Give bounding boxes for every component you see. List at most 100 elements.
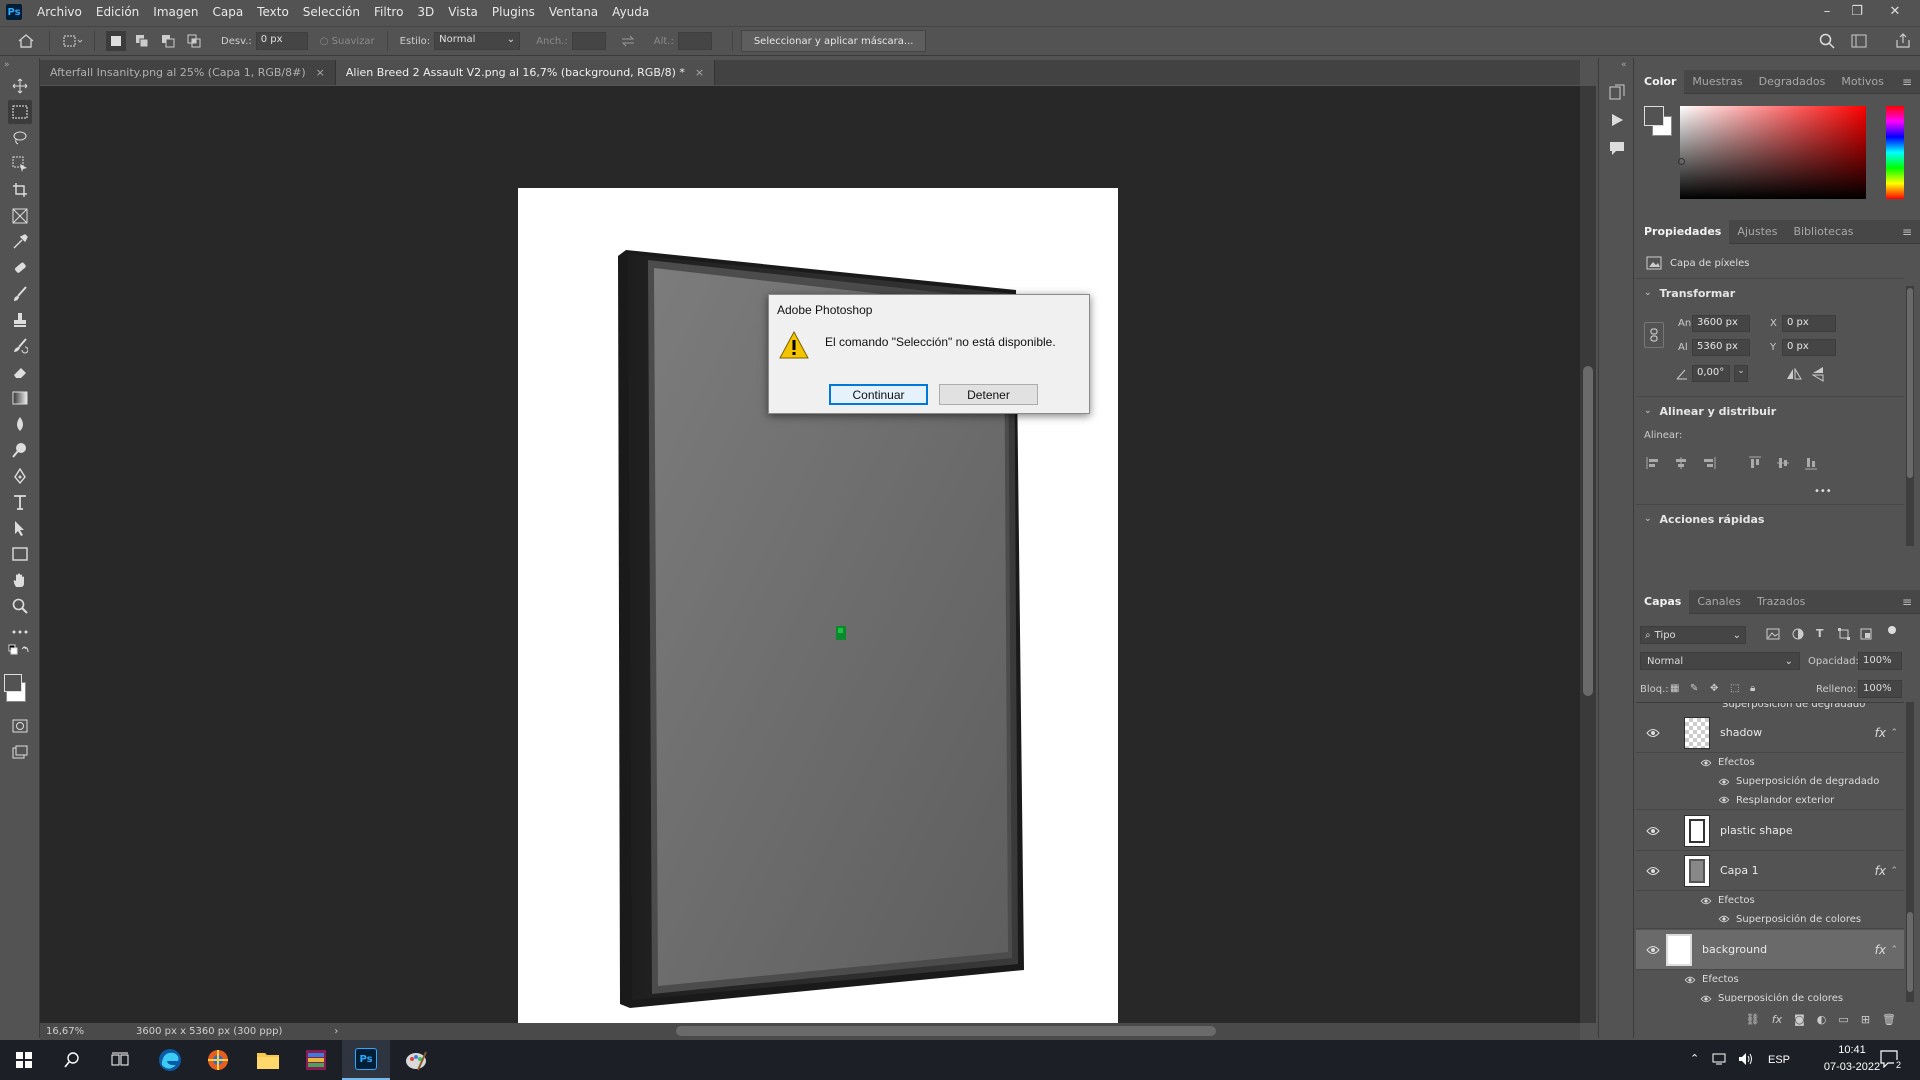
game-app-icon[interactable] — [194, 1040, 242, 1080]
stop-button[interactable]: Detener — [939, 384, 1038, 405]
layer-name[interactable]: plastic shape — [1720, 824, 1793, 837]
layer-list[interactable]: Superposición de degradado shadow fx ⌃ E… — [1636, 702, 1904, 1002]
eraser-tool-icon[interactable] — [8, 360, 32, 384]
visibility-eye-icon[interactable] — [1700, 897, 1712, 905]
tab-afterfall[interactable]: Afterfall Insanity.png al 25% (Capa 1, R… — [40, 60, 336, 85]
visibility-eye-icon[interactable] — [1718, 796, 1730, 804]
intersect-selection-icon[interactable] — [184, 31, 204, 51]
foreground-swatch[interactable] — [1644, 106, 1664, 126]
clock-time[interactable]: 10:41 — [1822, 1044, 1882, 1056]
layer-filter-select[interactable]: ⌕ Tipo ⌄ — [1640, 626, 1746, 644]
tab-color[interactable]: Color — [1636, 69, 1685, 94]
more-options-icon[interactable]: ••• — [1814, 486, 1832, 497]
task-view-icon[interactable] — [96, 1040, 144, 1080]
rectangular-marquee-tool-icon[interactable] — [8, 100, 32, 124]
layer-row-capa-1[interactable]: Capa 1 fx ⌃ — [1636, 851, 1904, 891]
search-icon[interactable] — [1817, 31, 1837, 51]
hand-tool-icon[interactable] — [8, 568, 32, 592]
history-panel-icon[interactable] — [1609, 84, 1625, 103]
color-picker-marker[interactable] — [1678, 158, 1685, 165]
healing-brush-tool-icon[interactable] — [8, 256, 32, 280]
layers-scrollbar[interactable] — [1906, 702, 1914, 1002]
history-brush-tool-icon[interactable] — [8, 334, 32, 358]
new-selection-icon[interactable] — [106, 31, 126, 51]
visibility-eye-icon[interactable] — [1684, 976, 1696, 984]
vertical-scroll-thumb[interactable] — [1583, 366, 1593, 696]
pen-tool-icon[interactable] — [8, 464, 32, 488]
filter-toggle-icon[interactable] — [1888, 626, 1896, 634]
eyedropper-tool-icon[interactable] — [8, 230, 32, 254]
restore-icon[interactable]: ❐ — [1842, 0, 1872, 22]
fx-icon[interactable]: fx — [1875, 864, 1886, 878]
tab-bibliotecas[interactable]: Bibliotecas — [1785, 220, 1861, 244]
blur-tool-icon[interactable] — [8, 412, 32, 436]
zoom-tool-icon[interactable] — [8, 594, 32, 618]
default-colors-icon[interactable] — [8, 642, 32, 658]
visibility-eye-icon[interactable] — [1646, 826, 1660, 836]
flip-horizontal-icon[interactable] — [1786, 367, 1802, 383]
minimize-icon[interactable]: – — [1812, 0, 1842, 22]
menu-ventana[interactable]: Ventana — [542, 5, 605, 19]
lasso-tool-icon[interactable] — [8, 126, 32, 150]
align-top-icon[interactable] — [1748, 456, 1762, 473]
filter-smart-object-icon[interactable] — [1860, 628, 1872, 643]
tab-trazados[interactable]: Trazados — [1749, 590, 1813, 614]
quick-mask-icon[interactable] — [8, 714, 32, 738]
layer-row-background[interactable]: background fx ⌃ — [1636, 930, 1904, 970]
visibility-eye-icon[interactable] — [1700, 759, 1712, 767]
object-selection-tool-icon[interactable] — [8, 152, 32, 176]
frame-tool-icon[interactable] — [8, 204, 32, 228]
menu-filtro[interactable]: Filtro — [367, 5, 410, 19]
link-layers-icon[interactable]: ⛓︎ — [1746, 1013, 1760, 1026]
screen-mode-icon[interactable] — [8, 740, 32, 764]
volume-icon[interactable] — [1738, 1052, 1754, 1069]
menu-seleccion[interactable]: Selección — [296, 5, 367, 19]
close-tab-icon[interactable]: × — [695, 66, 704, 79]
comments-icon[interactable] — [1609, 140, 1625, 159]
move-tool-icon[interactable] — [8, 74, 32, 98]
clock-date[interactable]: 07-03-2022 — [1820, 1061, 1884, 1073]
layer-name[interactable]: background — [1702, 943, 1767, 956]
horizontal-scroll-thumb[interactable] — [676, 1026, 1216, 1036]
lock-position-icon[interactable]: ✥ — [1710, 683, 1718, 694]
align-left-icon[interactable] — [1646, 456, 1660, 473]
quick-actions-section-header[interactable]: ⌄ Acciones rápidas — [1636, 508, 1764, 530]
lock-artboard-icon[interactable]: ⬚ — [1730, 683, 1739, 694]
x-input[interactable]: 0 px — [1782, 315, 1836, 332]
trash-icon[interactable]: 🗑︎ — [1882, 1013, 1896, 1026]
filter-pixel-icon[interactable] — [1766, 628, 1780, 643]
brush-tool-icon[interactable] — [8, 282, 32, 306]
menu-3d[interactable]: 3D — [410, 5, 441, 19]
effects-group-row[interactable]: Efectos — [1636, 891, 1904, 910]
opacity-input[interactable]: 100% — [1858, 652, 1902, 670]
visibility-eye-icon[interactable] — [1718, 778, 1730, 786]
select-and-mask-button[interactable]: Seleccionar y aplicar máscara... — [740, 30, 927, 52]
menu-archivo[interactable]: Archivo — [30, 5, 89, 19]
tab-alien-breed[interactable]: Alien Breed 2 Assault V2.png al 16,7% (b… — [335, 60, 716, 85]
more-tools-icon[interactable] — [8, 620, 32, 644]
menu-capa[interactable]: Capa — [205, 5, 250, 19]
effect-row[interactable]: Resplandor exterior — [1636, 791, 1904, 810]
align-center-h-icon[interactable] — [1674, 456, 1688, 473]
new-layer-icon[interactable]: ⊞ — [1861, 1013, 1870, 1026]
transform-section-header[interactable]: ⌄ Transformar — [1636, 282, 1735, 304]
align-middle-v-icon[interactable] — [1776, 456, 1790, 473]
effects-group-row[interactable]: Efectos — [1636, 753, 1904, 772]
fx-icon[interactable]: fx — [1875, 726, 1886, 740]
close-tab-icon[interactable]: × — [316, 66, 325, 79]
canvas-area[interactable] — [40, 86, 1580, 1024]
tab-muestras[interactable]: Muestras — [1684, 70, 1750, 94]
angle-dropdown-icon[interactable]: ⌄ — [1734, 365, 1748, 382]
lock-all-icon[interactable]: 🔒︎ — [1750, 683, 1755, 694]
feather-input[interactable]: 0 px — [255, 32, 308, 50]
y-input[interactable]: 0 px — [1782, 339, 1836, 356]
effect-row[interactable]: Superposición de colores — [1636, 910, 1904, 929]
tab-capas[interactable]: Capas — [1636, 589, 1690, 614]
visibility-eye-icon[interactable] — [1646, 728, 1660, 738]
new-group-icon[interactable]: ▭ — [1838, 1013, 1848, 1026]
chevron-up-icon[interactable]: ⌃ — [1890, 945, 1898, 955]
crop-tool-icon[interactable] — [8, 178, 32, 202]
photoshop-taskbar-icon[interactable]: Ps — [342, 1040, 390, 1080]
height-input[interactable]: 5360 px — [1692, 339, 1750, 356]
properties-scrollbar[interactable] — [1906, 286, 1914, 546]
